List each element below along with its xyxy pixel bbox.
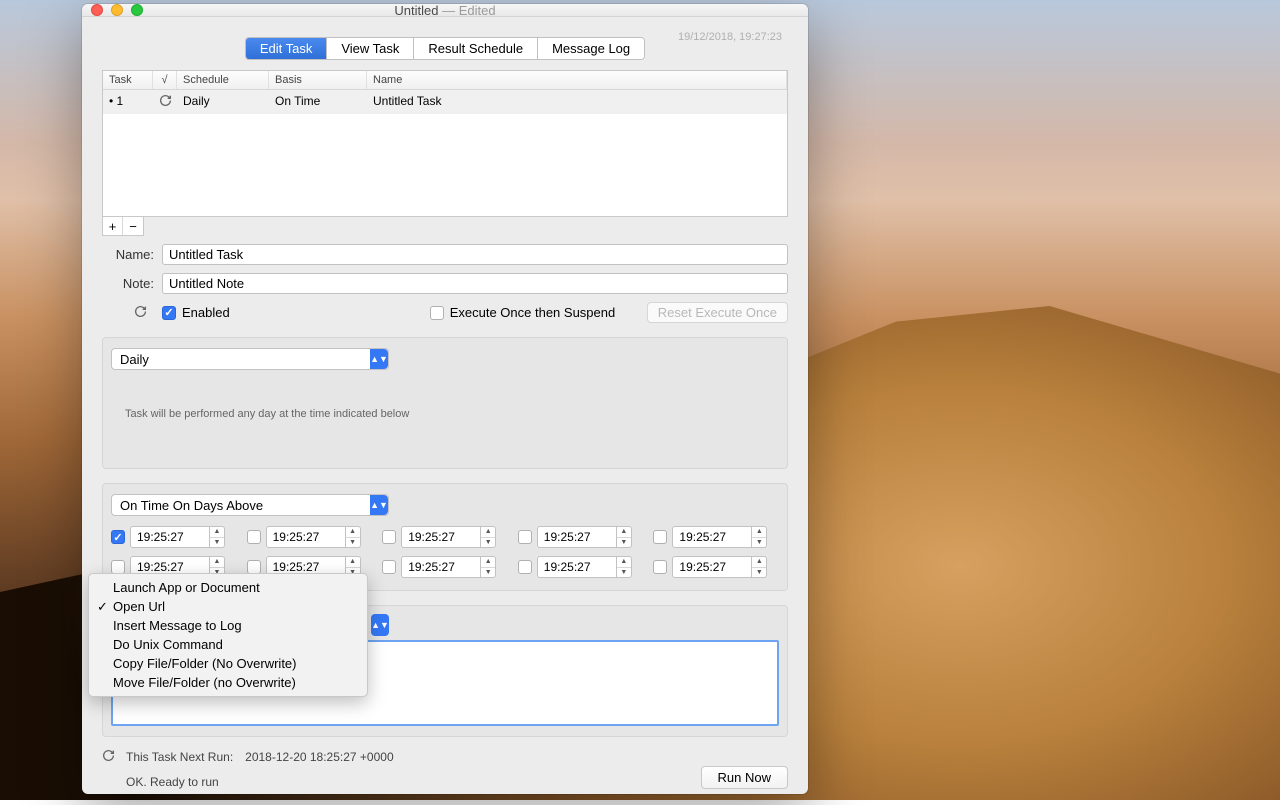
status-text: OK. Ready to run bbox=[126, 775, 219, 789]
frequency-description: Task will be performed any day at the ti… bbox=[125, 408, 779, 420]
time-stepper[interactable]: ▲▼ bbox=[210, 526, 225, 548]
time-cell: ▲▼ bbox=[382, 526, 508, 548]
time-cell: ▲▼ bbox=[382, 556, 508, 578]
time-enable-checkbox[interactable] bbox=[518, 560, 532, 574]
note-input[interactable] bbox=[162, 273, 788, 294]
time-input[interactable] bbox=[401, 526, 481, 548]
table-row[interactable]: • 1 Daily On Time Untitled Task bbox=[103, 90, 787, 114]
next-run-label: This Task Next Run: bbox=[126, 750, 233, 764]
col-header-name[interactable]: Name bbox=[367, 71, 787, 89]
time-input[interactable] bbox=[130, 526, 210, 548]
name-input[interactable] bbox=[162, 244, 788, 265]
col-header-check[interactable]: √ bbox=[153, 71, 177, 89]
time-enable-checkbox[interactable] bbox=[247, 530, 261, 544]
time-input[interactable] bbox=[401, 556, 481, 578]
time-enable-checkbox[interactable] bbox=[111, 560, 125, 574]
time-input[interactable] bbox=[672, 556, 752, 578]
time-cell: ▲▼ bbox=[111, 526, 237, 548]
name-label: Name: bbox=[102, 247, 154, 262]
col-header-schedule[interactable]: Schedule bbox=[177, 71, 269, 89]
time-stepper[interactable]: ▲▼ bbox=[617, 526, 632, 548]
add-task-button[interactable]: + bbox=[103, 217, 123, 235]
refresh-icon[interactable] bbox=[102, 749, 118, 765]
frequency-select[interactable]: Daily ▲▼ bbox=[111, 348, 389, 370]
time-enable-checkbox[interactable] bbox=[247, 560, 261, 574]
cell-schedule: Daily bbox=[177, 90, 269, 114]
time-stepper[interactable]: ▲▼ bbox=[752, 556, 767, 578]
time-cell: ▲▼ bbox=[653, 526, 779, 548]
remove-task-button[interactable]: − bbox=[123, 217, 143, 235]
time-cell: ▲▼ bbox=[247, 526, 373, 548]
time-enable-checkbox[interactable] bbox=[111, 530, 125, 544]
time-stepper[interactable]: ▲▼ bbox=[617, 556, 632, 578]
cell-basis: On Time bbox=[269, 90, 367, 114]
menu-item-move-file[interactable]: Move File/Folder (no Overwrite) bbox=[89, 673, 367, 692]
add-remove-controls: + − bbox=[102, 217, 144, 236]
basis-select[interactable]: On Time On Days Above ▲▼ bbox=[111, 494, 389, 516]
chevron-updown-icon: ▲▼ bbox=[371, 614, 389, 636]
tab-view-task[interactable]: View Task bbox=[327, 38, 414, 59]
frequency-panel: Daily ▲▼ Task will be performed any day … bbox=[102, 337, 788, 469]
col-header-basis[interactable]: Basis bbox=[269, 71, 367, 89]
next-run-value: 2018-12-20 18:25:27 +0000 bbox=[245, 750, 393, 764]
menu-item-unix-command[interactable]: Do Unix Command bbox=[89, 635, 367, 654]
chevron-updown-icon: ▲▼ bbox=[370, 495, 388, 515]
menu-item-copy-file[interactable]: Copy File/Folder (No Overwrite) bbox=[89, 654, 367, 673]
tab-edit-task[interactable]: Edit Task bbox=[246, 38, 328, 59]
app-window: Untitled — Edited 19/12/2018, 19:27:23 E… bbox=[82, 4, 808, 794]
chevron-updown-icon: ▲▼ bbox=[370, 349, 388, 369]
timestamp-label: 19/12/2018, 19:27:23 bbox=[678, 31, 782, 43]
time-stepper[interactable]: ▲▼ bbox=[346, 526, 361, 548]
time-input[interactable] bbox=[537, 526, 617, 548]
time-enable-checkbox[interactable] bbox=[518, 530, 532, 544]
time-cell: ▲▼ bbox=[653, 556, 779, 578]
execute-once-checkbox[interactable] bbox=[430, 306, 444, 320]
tab-message-log[interactable]: Message Log bbox=[538, 38, 644, 59]
window-title: Untitled — Edited bbox=[82, 3, 808, 18]
cell-reload-icon bbox=[153, 90, 177, 114]
time-enable-checkbox[interactable] bbox=[382, 560, 396, 574]
time-cell: ▲▼ bbox=[518, 556, 644, 578]
time-enable-checkbox[interactable] bbox=[382, 530, 396, 544]
enabled-checkbox[interactable] bbox=[162, 306, 176, 320]
task-table: Task √ Schedule Basis Name • 1 Daily On … bbox=[102, 70, 788, 217]
time-input[interactable] bbox=[672, 526, 752, 548]
note-label: Note: bbox=[102, 276, 154, 291]
cell-name: Untitled Task bbox=[367, 90, 787, 114]
enabled-label: Enabled bbox=[182, 305, 230, 320]
menu-item-insert-log[interactable]: Insert Message to Log bbox=[89, 616, 367, 635]
time-input[interactable] bbox=[266, 526, 346, 548]
time-enable-checkbox[interactable] bbox=[653, 560, 667, 574]
cell-task: • 1 bbox=[103, 90, 153, 114]
reset-execute-once-button[interactable]: Reset Execute Once bbox=[647, 302, 788, 323]
time-stepper[interactable]: ▲▼ bbox=[481, 526, 496, 548]
menu-item-launch-app[interactable]: Launch App or Document bbox=[89, 578, 367, 597]
refresh-icon[interactable] bbox=[134, 305, 150, 321]
time-enable-checkbox[interactable] bbox=[653, 530, 667, 544]
table-empty-area bbox=[103, 114, 787, 216]
run-now-button[interactable]: Run Now bbox=[701, 766, 788, 789]
time-stepper[interactable]: ▲▼ bbox=[481, 556, 496, 578]
titlebar[interactable]: Untitled — Edited bbox=[82, 4, 808, 17]
time-cell: ▲▼ bbox=[518, 526, 644, 548]
time-stepper[interactable]: ▲▼ bbox=[752, 526, 767, 548]
execute-once-label: Execute Once then Suspend bbox=[450, 305, 616, 320]
action-dropdown[interactable]: Launch App or Document Open Url Insert M… bbox=[88, 573, 368, 697]
main-tabs: Edit Task View Task Result Schedule Mess… bbox=[245, 37, 645, 60]
tab-result-schedule[interactable]: Result Schedule bbox=[414, 38, 538, 59]
col-header-task[interactable]: Task bbox=[103, 71, 153, 89]
menu-item-open-url[interactable]: Open Url bbox=[89, 597, 367, 616]
time-input[interactable] bbox=[537, 556, 617, 578]
